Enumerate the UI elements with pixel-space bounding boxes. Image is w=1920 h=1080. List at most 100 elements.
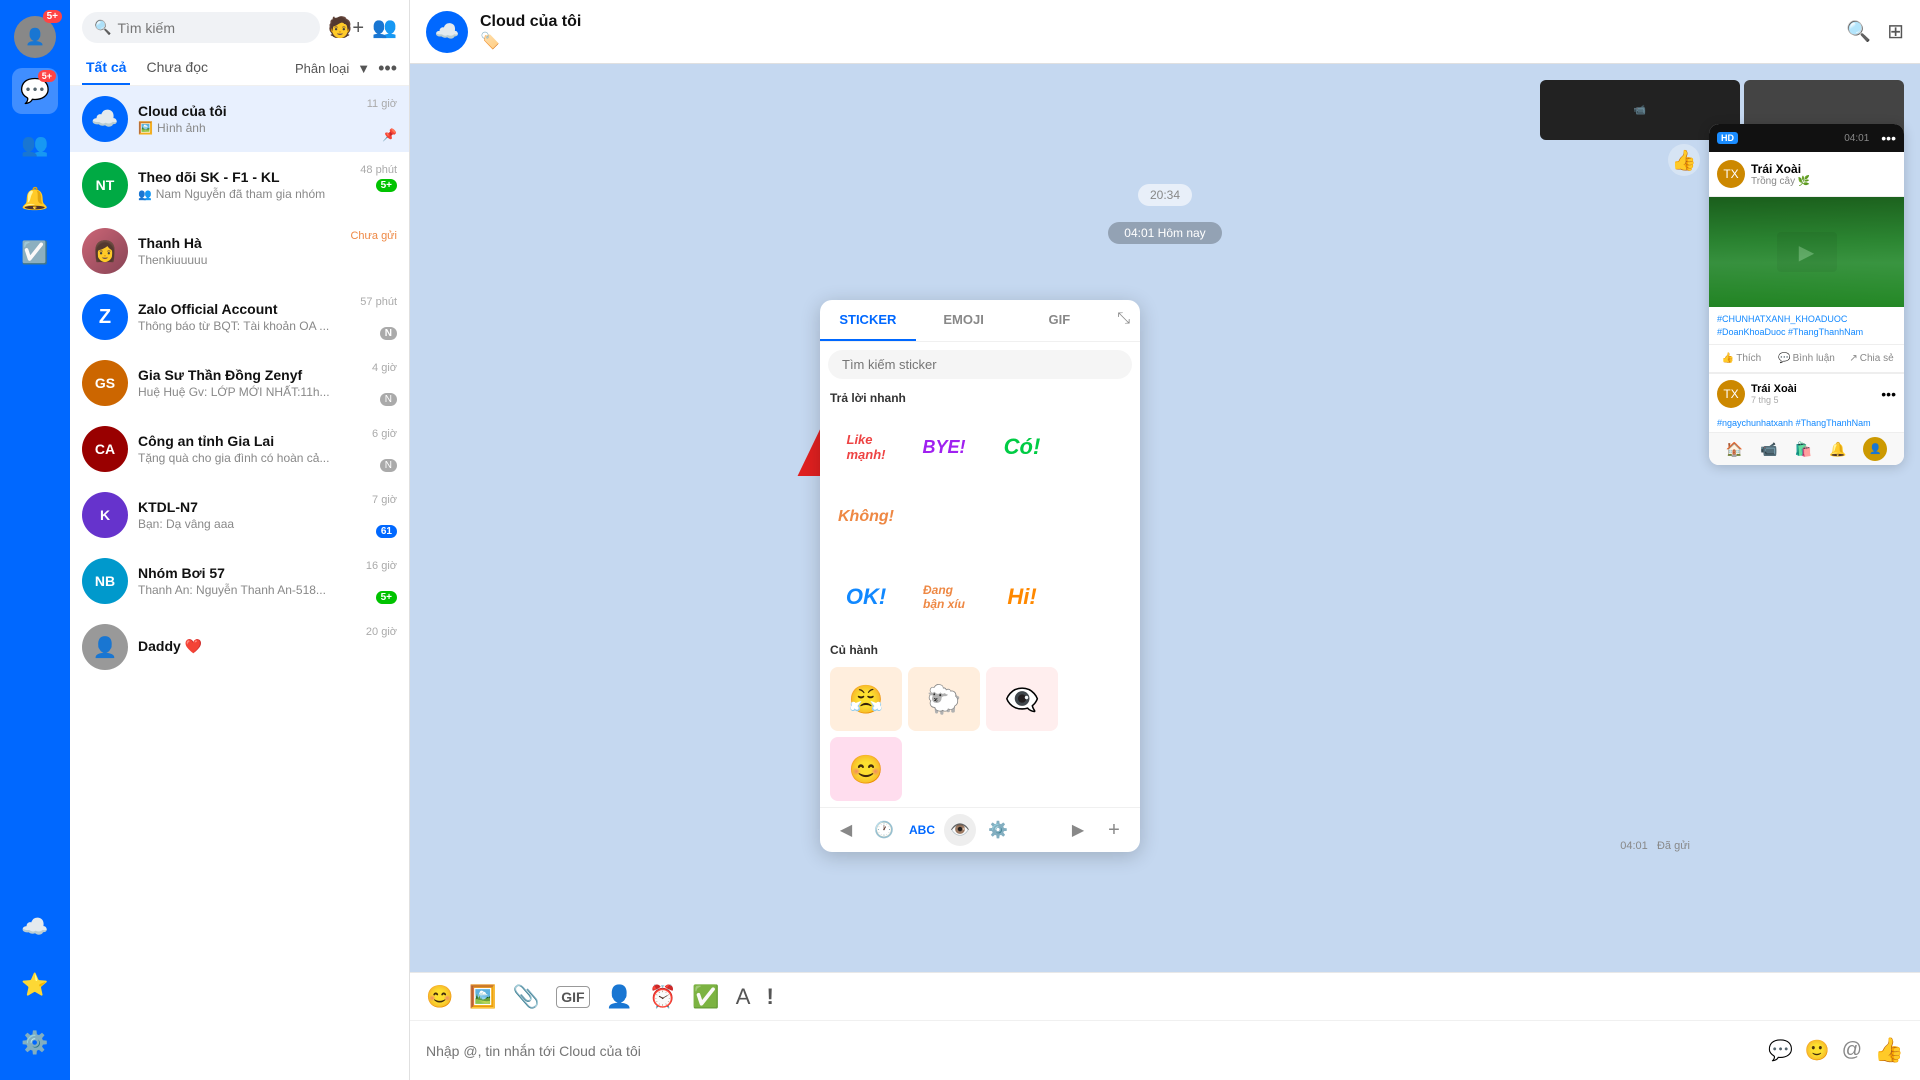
contact-item-cloud[interactable]: ☁️ Cloud của tôi 🖼️ Hình ảnh 11 giờ 📌: [70, 86, 409, 152]
avatar-theodo: NT: [82, 162, 128, 208]
contact-item-daddy[interactable]: 👤 Daddy ❤️ 20 giờ: [70, 614, 409, 680]
settings-sticker-icon[interactable]: ⚙️: [982, 814, 1014, 846]
contact-name-daddy: Daddy ❤️: [138, 638, 397, 655]
sidebar-item-tasks[interactable]: ☑️: [12, 230, 58, 276]
shop-icon-video[interactable]: 🛍️: [1794, 441, 1811, 458]
contact-item-theodo[interactable]: NT Theo dõi SK - F1 - KL 👥 Nam Nguyễn đã…: [70, 152, 409, 218]
tab-gif[interactable]: GIF: [1011, 300, 1107, 341]
sidebar-item-settings[interactable]: ⚙️: [12, 1020, 58, 1066]
reminder-toolbar-icon[interactable]: ⏰: [649, 984, 676, 1010]
avatar-nhomboi: NB: [82, 558, 128, 604]
contact-item-nhomboi[interactable]: NB Nhóm Bơi 57 Thanh An: Nguyễn Thanh An…: [70, 548, 409, 614]
home-icon-video[interactable]: 🏠: [1726, 441, 1743, 458]
sticker-cu2[interactable]: 🐑: [908, 667, 980, 731]
abc-sticker-icon[interactable]: ABC: [906, 814, 938, 846]
tab-all[interactable]: Tất cả: [82, 51, 130, 85]
sticker-toolbar-icon[interactable]: 😊: [426, 984, 453, 1010]
sticker-cu4[interactable]: 😊: [830, 737, 902, 801]
more-options-video[interactable]: •••: [1881, 130, 1896, 146]
font-toolbar-icon[interactable]: A: [736, 984, 751, 1010]
more-options-icon[interactable]: •••: [378, 58, 397, 79]
contact-info-theodo: Theo dõi SK - F1 - KL 👥 Nam Nguyễn đã th…: [138, 169, 366, 201]
chat-header-info: Cloud của tôi 🏷️: [480, 13, 1834, 51]
sticker-khong[interactable]: Không!: [830, 485, 902, 549]
video-icon-video[interactable]: 📹: [1760, 441, 1777, 458]
chat-body: 📹 👍 20:34 04:01 Hôm nay: [410, 64, 1920, 972]
sticker-cu1[interactable]: 😤: [830, 667, 902, 731]
add-sticker-icon[interactable]: +: [1098, 814, 1130, 846]
message-input[interactable]: [426, 1043, 1756, 1059]
contact-name-zalo: Zalo Official Account: [138, 301, 397, 317]
contact-item-zalo[interactable]: Z Zalo Official Account Thông báo từ BQT…: [70, 284, 409, 350]
sticker-ok[interactable]: OK!: [830, 565, 902, 629]
contact-item-thanhha[interactable]: 👩 Thanh Hà Thenkiuuuuu Chưa gửi: [70, 218, 409, 284]
contact-item-congan[interactable]: CA Công an tỉnh Gia Lai Tặng quà cho gia…: [70, 416, 409, 482]
sidebar-item-notifications[interactable]: 🔔: [12, 176, 58, 222]
sticker-hi[interactable]: Hi!: [986, 565, 1058, 629]
sticker-like[interactable]: Likemạnh!: [830, 415, 902, 479]
chat-messages: 📹 👍 20:34 04:01 Hôm nay: [410, 64, 1920, 476]
sticker-grid-3: 😤 🐑 👁️‍🗨️ 😊: [820, 661, 1140, 807]
sticker-tabs: STICKER EMOJI GIF ⤡: [820, 300, 1140, 342]
contact-item-ktdl[interactable]: K KTDL-N7 Bạn: Dạ vâng aaa 7 giờ 61: [70, 482, 409, 548]
contact-name-nhomboi: Nhóm Bơi 57: [138, 565, 397, 581]
contact-list: ☁️ Cloud của tôi 🖼️ Hình ảnh 11 giờ 📌 NT: [70, 86, 409, 1080]
add-group-icon[interactable]: 👥: [372, 15, 397, 40]
react-icon[interactable]: 👍: [1668, 144, 1700, 176]
tab-unread[interactable]: Chưa đọc: [142, 51, 212, 85]
sidebar-item-chat[interactable]: 💬 5+: [12, 68, 58, 114]
expand-icon[interactable]: ⤡: [1107, 300, 1140, 341]
send-icon[interactable]: 👍: [1874, 1036, 1904, 1065]
share-button-video[interactable]: ↗ Chia sẻ: [1839, 349, 1904, 368]
sticker-bye[interactable]: BYE!: [908, 415, 980, 479]
emoji-icon[interactable]: 🙂: [1805, 1038, 1830, 1063]
contact-preview-giasu: Huệ Huệ Gv: LỚP MỚI NHẤT:11h...: [138, 385, 397, 399]
contact-toolbar-icon[interactable]: 👤: [606, 984, 633, 1010]
sidebar-item-contacts[interactable]: 👥: [12, 122, 58, 168]
tab-sticker[interactable]: STICKER: [820, 300, 916, 341]
sticker-search-input[interactable]: [828, 350, 1132, 379]
annotation-area: [426, 260, 1904, 460]
more-icon-video2[interactable]: •••: [1881, 386, 1896, 402]
video-thumbnail[interactable]: ▶: [1709, 197, 1904, 307]
video-author: Trái Xoài: [1751, 162, 1810, 176]
avatar-item[interactable]: 👤 5+: [12, 14, 58, 60]
sidebar-toggle-icon[interactable]: ⊞: [1887, 19, 1904, 44]
video-card-header: HD 04:01 •••: [1709, 124, 1904, 152]
search-input[interactable]: [117, 20, 307, 36]
eye-sticker-icon[interactable]: 👁️: [944, 814, 976, 846]
checklist-toolbar-icon[interactable]: ✅: [692, 984, 719, 1010]
chat-area: ☁️ Cloud của tôi 🏷️ 🔍 ⊞ 📹: [410, 0, 1920, 1080]
like-button-video[interactable]: 👍 Thích: [1709, 349, 1774, 368]
next-sticker-icon[interactable]: ▶: [1062, 814, 1094, 846]
sticker-dang[interactable]: Đangbận xíu: [908, 565, 980, 629]
reply-icon[interactable]: 💬: [1768, 1038, 1793, 1063]
exclamation-toolbar-icon[interactable]: !: [766, 984, 773, 1010]
attachment-toolbar-icon[interactable]: 📎: [513, 984, 540, 1010]
recent-sticker-icon[interactable]: 🕐: [868, 814, 900, 846]
search-box[interactable]: 🔍: [82, 12, 320, 43]
avatar-badge: 5+: [43, 10, 62, 23]
filter-area[interactable]: Phân loại ▼ •••: [295, 58, 397, 79]
chat-input-area: 💬 🙂 @ 👍: [410, 1020, 1920, 1080]
gif-toolbar-icon[interactable]: GIF: [556, 986, 589, 1008]
tab-emoji[interactable]: EMOJI: [916, 300, 1012, 341]
comment-icon: 💬: [1778, 353, 1790, 364]
at-icon[interactable]: @: [1842, 1039, 1862, 1062]
comment-button-video[interactable]: 💬 Bình luận: [1774, 349, 1839, 368]
sidebar-item-cloud[interactable]: ☁️: [12, 904, 58, 950]
contact-preview-congan: Tặng quà cho gia đình có hoàn cả...: [138, 451, 397, 465]
user-icon-video[interactable]: 👤: [1863, 437, 1887, 461]
contact-badge-zalo: N: [380, 327, 397, 340]
prev-sticker-icon[interactable]: ◀: [830, 814, 862, 846]
sticker-cu3[interactable]: 👁️‍🗨️: [986, 667, 1058, 731]
image-toolbar-icon[interactable]: 🖼️: [469, 984, 496, 1010]
search-chat-icon[interactable]: 🔍: [1846, 19, 1871, 44]
add-friend-icon[interactable]: 🧑+: [328, 15, 365, 40]
video2-author: Trái Xoài: [1751, 383, 1797, 395]
sidebar-item-favorites[interactable]: ⭐: [12, 962, 58, 1008]
notification-icon-video[interactable]: 🔔: [1829, 441, 1846, 458]
contact-item-giasu[interactable]: GS Gia Sư Thần Đồng Zenyf Huệ Huệ Gv: LỚ…: [70, 350, 409, 416]
sticker-co[interactable]: Có!: [986, 415, 1058, 479]
video-tags: #CHUNHATXANH_KHOADUOC #DoanKhoaDuoc #Tha…: [1709, 307, 1904, 344]
